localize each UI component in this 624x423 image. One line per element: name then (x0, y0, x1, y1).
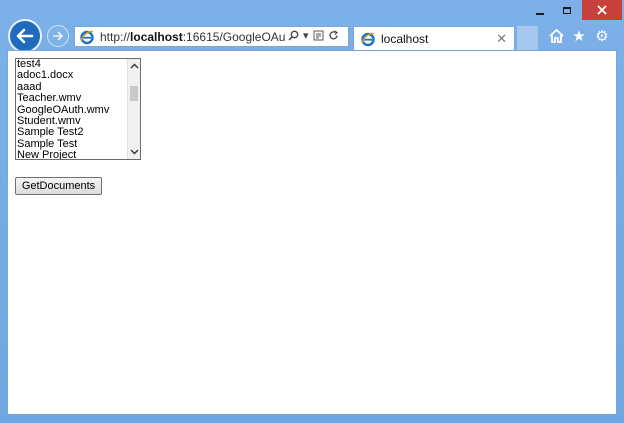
scroll-up-icon[interactable] (128, 59, 140, 73)
maximize-icon (563, 6, 571, 14)
list-item[interactable]: New Project (16, 149, 128, 159)
get-documents-button[interactable]: GetDocuments (15, 177, 102, 195)
new-tab-button[interactable] (517, 26, 538, 50)
close-window-button[interactable] (582, 0, 622, 20)
ie-logo-icon (80, 30, 94, 44)
listbox-scrollbar[interactable] (127, 59, 140, 159)
back-button[interactable] (8, 19, 42, 53)
scroll-thumb[interactable] (130, 86, 138, 101)
address-bar[interactable]: http://localhost:16615/GoogleOAuthC ▾ (74, 26, 349, 47)
scroll-down-icon[interactable] (128, 145, 140, 159)
url-text: http://localhost:16615/GoogleOAuthC (100, 29, 286, 44)
close-icon (597, 5, 607, 15)
minimize-button[interactable] (527, 0, 553, 20)
back-arrow-icon (16, 28, 34, 44)
documents-list: test4 adoc1.docx aaad Teacher.wmv GoogleOAut… (16, 59, 128, 159)
forward-arrow-icon (53, 31, 64, 41)
minimize-icon (536, 13, 544, 15)
close-tab-icon[interactable]: ✕ (496, 31, 507, 47)
page-content: test4 adoc1.docx aaad Teacher.wmv GoogleOAut… (7, 50, 617, 415)
favorites-star-icon[interactable]: ★ (569, 26, 589, 46)
refresh-icon[interactable] (328, 29, 339, 44)
tab-localhost[interactable]: localhost ✕ (353, 26, 515, 50)
compatibility-icon[interactable] (313, 30, 324, 44)
ie-logo-icon (361, 32, 375, 46)
list-item[interactable]: Teacher.wmv (16, 92, 128, 104)
tab-title: localhost (381, 31, 429, 46)
home-icon[interactable] (546, 26, 566, 46)
dropdown-icon[interactable]: ▾ (303, 31, 309, 42)
search-icon[interactable] (288, 30, 299, 44)
forward-button[interactable] (47, 25, 69, 47)
settings-gear-icon[interactable]: ⚙ (592, 26, 612, 46)
maximize-button[interactable] (554, 0, 580, 20)
browser-window: http://localhost:16615/GoogleOAuthC ▾ lo… (0, 0, 624, 423)
documents-listbox[interactable]: test4 adoc1.docx aaad Teacher.wmv GoogleOAut… (15, 58, 141, 160)
